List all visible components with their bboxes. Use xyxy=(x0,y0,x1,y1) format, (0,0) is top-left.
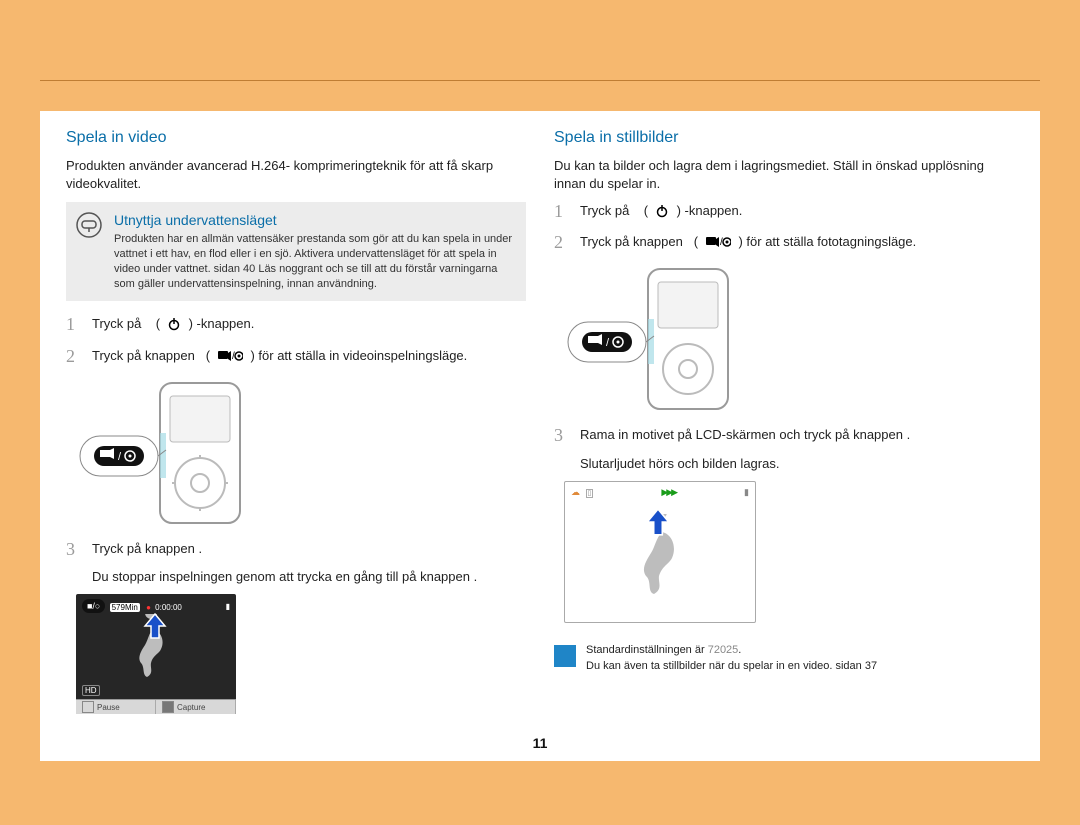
pause-control: Pause xyxy=(76,700,156,714)
document-frame: Spela in video Produkten använder avance… xyxy=(0,0,1080,825)
capture-control: Capture xyxy=(156,700,236,714)
note-block: Standardinställningen är 72025. Du kan ä… xyxy=(554,643,1014,675)
battery-icon: ▮ xyxy=(744,487,749,498)
right-step-2-post: för att ställa fototagningsläge. xyxy=(746,234,916,249)
device-figure-left: / xyxy=(70,378,526,528)
up-arrow-icon xyxy=(643,507,673,540)
left-step-1-post: -knappen. xyxy=(197,316,255,331)
right-step-3: 3 Rama in motivet på LCD-skärmen och try… xyxy=(554,426,1014,444)
mode-pill-icon: ■/○ xyxy=(82,599,105,613)
diving-mask-icon xyxy=(76,212,102,238)
note-line1-val: 72025 xyxy=(708,644,739,656)
right-step-2: 2 Tryck på knappen ( / ) för att ställa … xyxy=(554,233,1014,254)
right-step-2-pre: Tryck på knappen xyxy=(580,234,683,249)
left-step-2-pre: Tryck på knappen xyxy=(92,348,195,363)
up-arrow-icon xyxy=(141,612,169,643)
battery-icon: ▮ xyxy=(226,602,230,611)
left-step-1-pre: Tryck på xyxy=(92,316,141,331)
power-icon xyxy=(167,317,181,336)
left-step-3-line: Tryck på knappen . xyxy=(92,540,526,558)
burst-icon: ▶▶▶ xyxy=(661,487,676,497)
video-photo-mode-icon: / xyxy=(217,349,243,368)
callout-title: Utnyttja undervattensläget xyxy=(114,212,514,228)
right-heading: Spela in stillbilder xyxy=(554,129,1014,147)
callout-body: Produkten har en allmän vattensäker pres… xyxy=(114,232,514,291)
right-step-1-post: -knappen. xyxy=(685,203,743,218)
right-column: Spela in stillbilder Du kan ta bilder oc… xyxy=(554,129,1014,751)
minutes-remaining: 579Min xyxy=(110,603,140,612)
note-line1-post: . xyxy=(738,644,741,656)
photo-preview-light: ☁ ▯ ▶▶▶ ▮ xyxy=(564,481,756,623)
note-line2: Du kan även ta stillbilder när du spelar… xyxy=(586,659,877,675)
left-heading: Spela in video xyxy=(66,129,526,147)
left-column: Spela in video Produkten använder avance… xyxy=(66,129,526,751)
video-preview-dark: ■/○ 579Min ● 0:00:00 ▮ HD Pause Capture xyxy=(76,594,236,714)
right-intro: Du kan ta bilder och lagra dem i lagring… xyxy=(554,157,1014,192)
right-step-1-pre: Tryck på xyxy=(580,203,629,218)
right-step-3-sub: Slutarljudet hörs och bilden lagras. xyxy=(580,455,1014,473)
hd-badge: HD xyxy=(82,685,100,696)
left-step-2-post: för att ställa in videoinspelningsläge. xyxy=(258,348,467,363)
page-number: 11 xyxy=(40,735,1040,751)
left-step-1: 1 Tryck på ( ) -knappen. xyxy=(66,315,526,336)
left-step-3-sub: Du stoppar inspelningen genom att trycka… xyxy=(92,568,526,586)
manual-page: Spela in video Produkten använder avance… xyxy=(40,111,1040,761)
underwater-callout: Utnyttja undervattensläget Produkten har… xyxy=(66,202,526,301)
video-photo-mode-icon: / xyxy=(705,235,731,254)
top-rule xyxy=(40,80,1040,81)
note-square-icon xyxy=(554,645,576,667)
left-step-2: 2 Tryck på knappen ( / ) för att ställa … xyxy=(66,347,526,368)
card-icon: ▯ xyxy=(586,489,594,498)
power-icon xyxy=(655,204,669,223)
right-step-3-line: Rama in motivet på LCD-skärmen och tryck… xyxy=(580,426,1014,444)
record-time: 0:00:00 xyxy=(155,603,182,612)
cloud-icon: ☁ xyxy=(571,487,580,497)
note-line1-pre: Standardinställningen är xyxy=(586,644,708,656)
right-step-1: 1 Tryck på ( ) -knappen. xyxy=(554,202,1014,223)
device-figure-right: / xyxy=(558,264,1014,414)
left-step-3: 3 Tryck på knappen . xyxy=(66,540,526,558)
left-intro: Produkten använder avancerad H.264- komp… xyxy=(66,157,526,192)
